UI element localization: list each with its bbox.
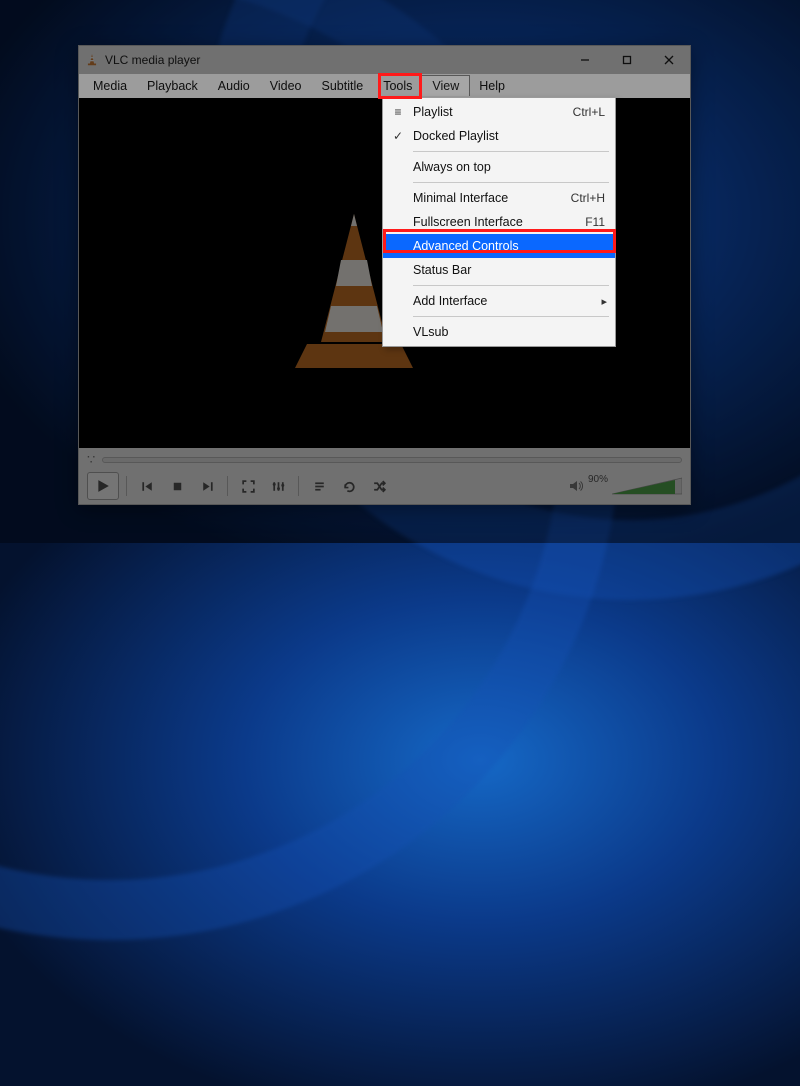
speaker-icon xyxy=(569,479,584,493)
prev-button[interactable] xyxy=(134,474,160,498)
menu-item-playlist[interactable]: ≡ Playlist Ctrl+L xyxy=(383,100,615,124)
menu-help[interactable]: Help xyxy=(469,76,515,96)
volume-slider[interactable] xyxy=(612,476,682,496)
seek-handle-icon: ∵ xyxy=(87,452,96,468)
maximize-button[interactable] xyxy=(606,46,648,74)
view-dropdown: ≡ Playlist Ctrl+L ✓ Docked Playlist Alwa… xyxy=(382,97,616,347)
menu-audio[interactable]: Audio xyxy=(208,76,260,96)
playlist-button[interactable] xyxy=(306,474,332,498)
seek-row: ∵ --:-- --:-- xyxy=(79,448,690,468)
titlebar: VLC media player xyxy=(79,46,690,74)
menu-item-docked-playlist[interactable]: ✓ Docked Playlist xyxy=(383,124,615,148)
ext-settings-button[interactable] xyxy=(265,474,291,498)
menu-item-minimal-interface[interactable]: Minimal Interface Ctrl+H xyxy=(383,186,615,210)
close-button[interactable] xyxy=(648,46,690,74)
minimize-button[interactable] xyxy=(564,46,606,74)
fullscreen-button[interactable] xyxy=(235,474,261,498)
menu-item-status-bar[interactable]: Status Bar xyxy=(383,258,615,282)
menu-item-always-on-top[interactable]: Always on top xyxy=(383,155,615,179)
window-title: VLC media player xyxy=(105,53,200,67)
next-button[interactable] xyxy=(194,474,220,498)
menubar: Media Playback Audio Video Subtitle Tool… xyxy=(79,74,690,98)
playback-controls: 90% xyxy=(79,468,690,504)
shuffle-button[interactable] xyxy=(366,474,392,498)
volume-control[interactable]: 90% xyxy=(569,476,682,496)
play-button[interactable] xyxy=(87,472,119,500)
volume-percent: 90% xyxy=(588,474,608,485)
window-controls xyxy=(564,46,690,74)
menu-view[interactable]: View xyxy=(421,75,470,96)
menu-playback[interactable]: Playback xyxy=(137,76,208,96)
check-icon: ✓ xyxy=(383,129,413,143)
menu-video[interactable]: Video xyxy=(260,76,312,96)
menu-subtitle[interactable]: Subtitle xyxy=(312,76,374,96)
menu-item-fullscreen-interface[interactable]: Fullscreen Interface F11 xyxy=(383,210,615,234)
menu-item-vlsub[interactable]: VLsub xyxy=(383,320,615,344)
menu-media[interactable]: Media xyxy=(83,76,137,96)
menu-tools[interactable]: Tools xyxy=(373,76,422,96)
menu-item-advanced-controls[interactable]: Advanced Controls xyxy=(383,234,615,258)
loop-button[interactable] xyxy=(336,474,362,498)
seek-bar[interactable] xyxy=(102,457,682,463)
menu-item-add-interface[interactable]: Add Interface xyxy=(383,289,615,313)
playlist-menu-icon: ≡ xyxy=(383,105,413,119)
vlc-cone-icon xyxy=(85,53,99,67)
stop-button[interactable] xyxy=(164,474,190,498)
